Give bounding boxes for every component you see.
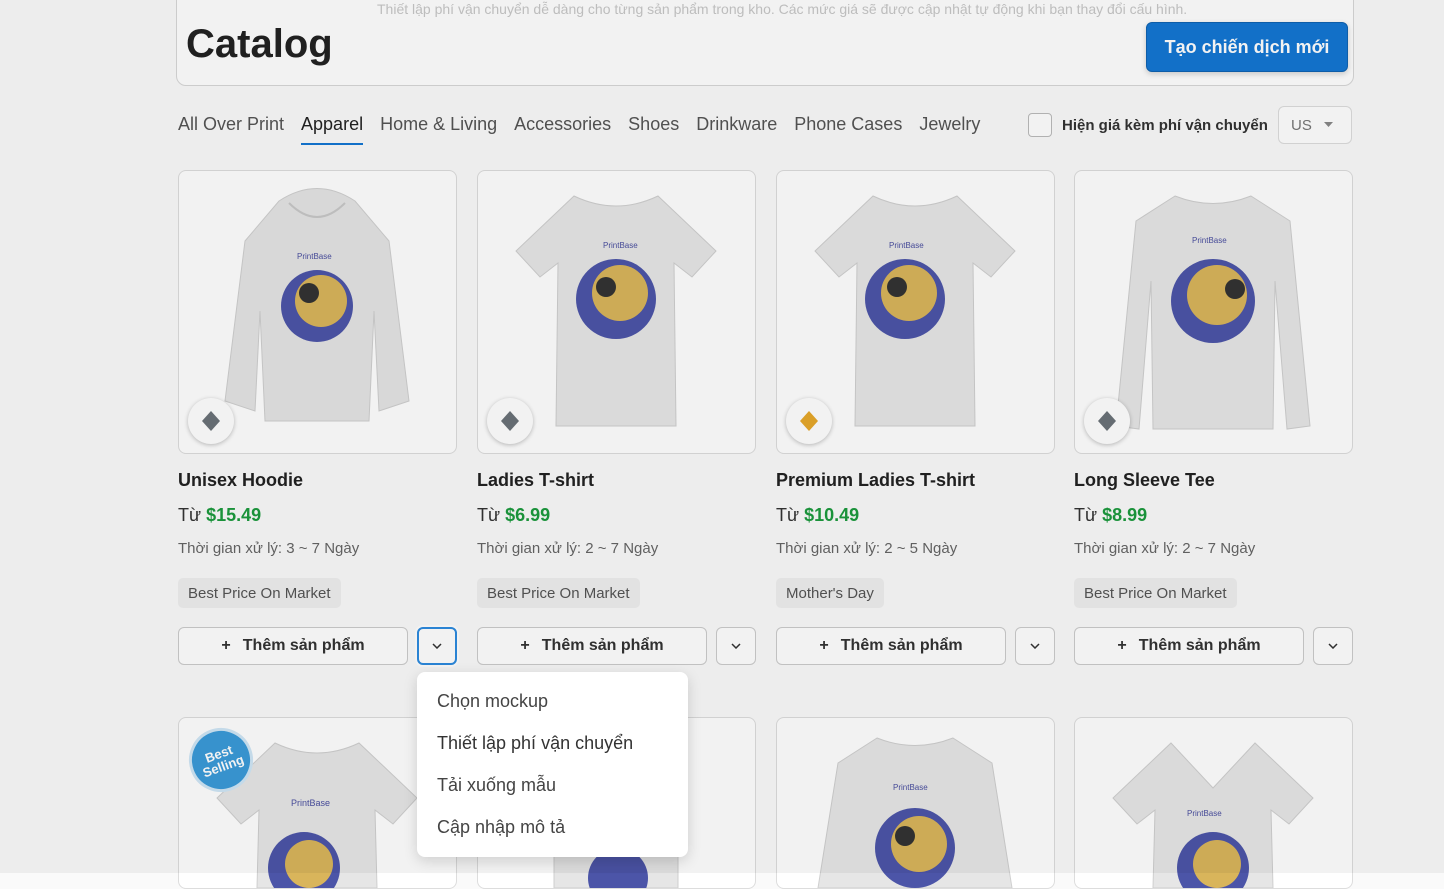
product-image[interactable]: PrintBase Best Selling	[178, 717, 457, 889]
create-campaign-button[interactable]: Tạo chiến dịch mới	[1146, 22, 1348, 72]
plus-icon: +	[819, 637, 829, 654]
shipping-toggle-label: Hiện giá kèm phí vận chuyển	[1062, 116, 1268, 134]
diamond-icon	[202, 411, 220, 431]
processing-time: Thời gian xử lý: 2 ~ 7 Ngày	[477, 540, 659, 557]
category-tabs: All Over Print Apparel Home & Living Acc…	[178, 112, 980, 145]
add-product-button[interactable]: + Thêm sản phẩm	[1074, 627, 1304, 665]
product-price: Từ $10.49	[776, 505, 860, 525]
diamond-icon	[800, 411, 818, 431]
product-name: Long Sleeve Tee	[1074, 470, 1215, 490]
plus-icon: +	[1117, 637, 1127, 654]
tab-shoes[interactable]: Shoes	[628, 112, 679, 145]
plus-icon: +	[520, 637, 530, 654]
menu-item-update-description[interactable]: Cập nhập mô tả	[417, 806, 688, 848]
product-type-icon	[188, 398, 234, 444]
product-name: Premium Ladies T-shirt	[776, 470, 976, 490]
country-value: US	[1291, 116, 1312, 134]
product-price: Từ $6.99	[477, 505, 551, 525]
add-product-button[interactable]: + Thêm sản phẩm	[178, 627, 408, 665]
printbase-logo-text: PrintBase	[603, 241, 638, 250]
product-price: Từ $15.49	[178, 505, 262, 525]
menu-item-download-template[interactable]: Tải xuống mẫu	[417, 764, 688, 806]
product-tag: Mother's Day	[776, 578, 884, 608]
printbase-logo-text: PrintBase	[1187, 809, 1222, 818]
tab-jewelry[interactable]: Jewelry	[919, 112, 980, 145]
add-product-button[interactable]: + Thêm sản phẩm	[776, 627, 1006, 665]
printbase-logo-text: PrintBase	[893, 783, 928, 792]
menu-item-shipping-setup[interactable]: Thiết lập phí vận chuyển	[417, 722, 688, 764]
chevron-down-icon	[731, 643, 741, 649]
tab-all-over-print[interactable]: All Over Print	[178, 112, 284, 145]
shipping-price-toggle[interactable]: Hiện giá kèm phí vận chuyển	[1028, 113, 1268, 137]
product-image[interactable]: PrintBase	[1074, 717, 1353, 889]
product-name: Unisex Hoodie	[178, 470, 304, 490]
shipping-checkbox[interactable]	[1028, 113, 1052, 137]
tab-home-living[interactable]: Home & Living	[380, 112, 497, 145]
product-name: Ladies T-shirt	[477, 470, 595, 490]
chevron-down-icon	[1030, 643, 1040, 649]
product-image[interactable]: PrintBase	[178, 170, 457, 454]
printbase-logo-text: PrintBase	[889, 241, 924, 250]
caret-down-icon	[1323, 122, 1333, 127]
product-image[interactable]: PrintBase	[477, 170, 756, 454]
menu-item-choose-mockup[interactable]: Chọn mockup	[417, 680, 688, 722]
more-actions-dropdown[interactable]	[716, 627, 756, 665]
vneck-tshirt-mockup-image: PrintBase	[1112, 742, 1314, 888]
tab-drinkware[interactable]: Drinkware	[696, 112, 777, 145]
more-actions-dropdown[interactable]	[1015, 627, 1055, 665]
product-type-icon	[786, 398, 832, 444]
printbase-logo-text: PrintBase	[291, 798, 330, 808]
tab-phone-cases[interactable]: Phone Cases	[794, 112, 902, 145]
product-type-icon	[1084, 398, 1130, 444]
country-select[interactable]: US	[1278, 106, 1352, 144]
diamond-icon	[501, 411, 519, 431]
product-price: Từ $8.99	[1074, 505, 1148, 525]
long-sleeve-mockup-image: PrintBase	[817, 737, 1013, 888]
plus-icon: +	[221, 637, 231, 654]
chevron-down-icon	[1328, 643, 1338, 649]
printbase-logo-text: PrintBase	[1192, 236, 1227, 245]
add-product-button[interactable]: + Thêm sản phẩm	[477, 627, 707, 665]
processing-time: Thời gian xử lý: 3 ~ 7 Ngày	[178, 540, 360, 557]
processing-time: Thời gian xử lý: 2 ~ 7 Ngày	[1074, 540, 1256, 557]
product-image[interactable]: PrintBase	[776, 170, 1055, 454]
diamond-icon	[1098, 411, 1116, 431]
actions-dropdown-menu: Chọn mockup Thiết lập phí vận chuyển Tải…	[417, 672, 688, 857]
banner-text: Thiết lập phí vận chuyển dễ dàng cho từn…	[377, 1, 1188, 17]
catalog-page: Thiết lập phí vận chuyển dễ dàng cho từn…	[0, 0, 1444, 889]
product-tag: Best Price On Market	[178, 578, 341, 608]
product-type-icon	[487, 398, 533, 444]
product-image[interactable]: PrintBase	[776, 717, 1055, 889]
more-actions-dropdown[interactable]	[1313, 627, 1353, 665]
tab-accessories[interactable]: Accessories	[514, 112, 611, 145]
more-actions-dropdown[interactable]	[417, 627, 457, 665]
product-image[interactable]: PrintBase	[1074, 170, 1353, 454]
chevron-down-icon	[432, 643, 442, 649]
processing-time: Thời gian xử lý: 2 ~ 5 Ngày	[776, 540, 958, 557]
product-tag: Best Price On Market	[1074, 578, 1237, 608]
printbase-logo-text: PrintBase	[297, 252, 332, 261]
product-tag: Best Price On Market	[477, 578, 640, 608]
page-title: Catalog	[186, 22, 333, 66]
tab-apparel[interactable]: Apparel	[301, 112, 364, 145]
